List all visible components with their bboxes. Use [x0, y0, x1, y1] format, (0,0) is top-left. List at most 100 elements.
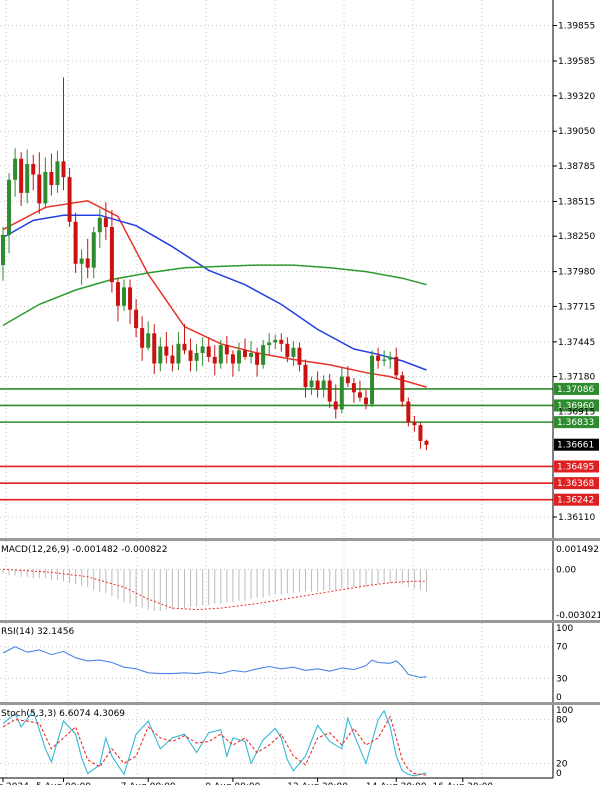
- indicator-tick-label: 30: [556, 674, 568, 684]
- candle-body: [267, 342, 272, 346]
- candle-body: [345, 376, 350, 384]
- candle-body: [376, 355, 381, 361]
- candle-body: [279, 339, 284, 344]
- candle-body: [224, 345, 229, 355]
- candle-body: [55, 161, 60, 186]
- panel-separator: [0, 538, 600, 541]
- candle-body: [394, 356, 399, 376]
- candle-body: [206, 346, 211, 357]
- candle-body: [194, 352, 199, 361]
- candle-body: [115, 282, 120, 306]
- candle-body: [85, 258, 90, 268]
- candle-body: [103, 217, 108, 228]
- y-tick-label: 1.39585: [558, 57, 595, 67]
- candle-body: [25, 164, 30, 193]
- y-tick-label: 1.37180: [558, 373, 595, 383]
- candle-body: [182, 343, 187, 351]
- candle-body: [140, 328, 145, 348]
- candle-body: [339, 376, 344, 410]
- candle-body: [13, 158, 18, 180]
- candle-body: [31, 164, 36, 175]
- candle-body: [418, 425, 423, 441]
- candle-body: [315, 380, 320, 390]
- candle-body: [49, 171, 54, 186]
- candle-body: [400, 375, 405, 402]
- candle-body: [212, 356, 217, 364]
- y-tick-label: 1.37445: [558, 338, 595, 348]
- candle-body: [273, 339, 278, 343]
- candle-body: [1, 234, 5, 266]
- indicator-tick-label: 0.001492: [556, 545, 599, 555]
- candle-body: [37, 174, 42, 204]
- candle-body: [357, 392, 362, 398]
- panel-separator: [0, 702, 600, 705]
- candle-body: [261, 345, 266, 365]
- candle-body: [406, 401, 411, 423]
- trading-chart: 1.39855 1.39585 1.39320 1.39050 1.38785 1.385…: [0, 0, 600, 789]
- indicator-tick-label: -0.003021: [556, 611, 600, 621]
- candle-body: [370, 355, 375, 405]
- candle-body: [364, 397, 368, 405]
- candle-body: [291, 347, 296, 357]
- candle-body: [333, 401, 338, 410]
- candle-body: [218, 345, 223, 364]
- indicator-tick-label: 80: [556, 716, 568, 726]
- price-label: 1.36242: [557, 496, 594, 506]
- price-label: 1.37086: [557, 385, 594, 395]
- y-tick-label: 1.39050: [558, 127, 595, 137]
- indicator-tick-label: 100: [556, 624, 573, 634]
- stoch-title: Stoch(5,3,3) 6.6074 4.3069: [1, 709, 125, 719]
- indicator-tick-label: 20: [556, 759, 568, 769]
- candle-body: [327, 380, 332, 402]
- y-tick-label: 1.39320: [558, 92, 595, 102]
- candle-body: [412, 422, 417, 426]
- price-label: 1.36661: [557, 441, 594, 451]
- candle-body: [164, 346, 169, 356]
- candle-body: [382, 359, 387, 361]
- candle-body: [255, 352, 260, 365]
- candle-body: [158, 346, 163, 364]
- candle-body: [97, 217, 102, 233]
- candle-body: [152, 333, 157, 364]
- candle-body: [134, 309, 139, 329]
- candle-body: [188, 350, 193, 361]
- candle-body: [321, 380, 326, 390]
- candle-body: [303, 364, 308, 388]
- candle-body: [19, 158, 24, 193]
- candle-body: [61, 161, 66, 178]
- candle-body: [200, 346, 205, 353]
- y-tick-label: 1.38515: [558, 197, 595, 207]
- candle-body: [388, 356, 393, 360]
- candle-body: [309, 380, 314, 388]
- candle-body: [297, 347, 302, 365]
- price-label: 1.36368: [557, 479, 594, 489]
- candle-body: [424, 440, 429, 445]
- candle-body: [146, 333, 151, 348]
- candle-body: [230, 354, 235, 364]
- candle-body: [170, 355, 175, 364]
- price-label-partial: 1.36915: [558, 407, 595, 417]
- candle-body: [236, 350, 241, 364]
- candle-body: [79, 258, 84, 264]
- indicator-tick-label: 0: [556, 693, 562, 703]
- y-tick-label: 1.36110: [558, 513, 595, 523]
- candle-body: [43, 171, 48, 204]
- panel-separator: [0, 620, 600, 623]
- indicator-tick-label: 0.00: [556, 565, 576, 575]
- candle-body: [128, 287, 133, 310]
- candle-body: [176, 343, 181, 364]
- candle-body: [109, 227, 114, 283]
- candle-body: [243, 350, 247, 357]
- y-tick-label: 1.37715: [558, 302, 595, 312]
- candle-body: [122, 287, 126, 306]
- indicator-tick-label: 70: [556, 643, 568, 653]
- price-label: 1.36495: [557, 462, 594, 472]
- indicator-tick-label: 100: [556, 706, 573, 716]
- y-tick-label: 1.38785: [558, 162, 595, 172]
- y-tick-label: 1.39855: [558, 22, 595, 32]
- candle-body: [67, 177, 72, 222]
- rsi-title: RSI(14) 32.1456: [1, 627, 74, 637]
- candle-body: [7, 179, 12, 235]
- macd-title: MACD(12,26,9) -0.001482 -0.000822: [1, 545, 167, 555]
- candle-body: [351, 383, 356, 393]
